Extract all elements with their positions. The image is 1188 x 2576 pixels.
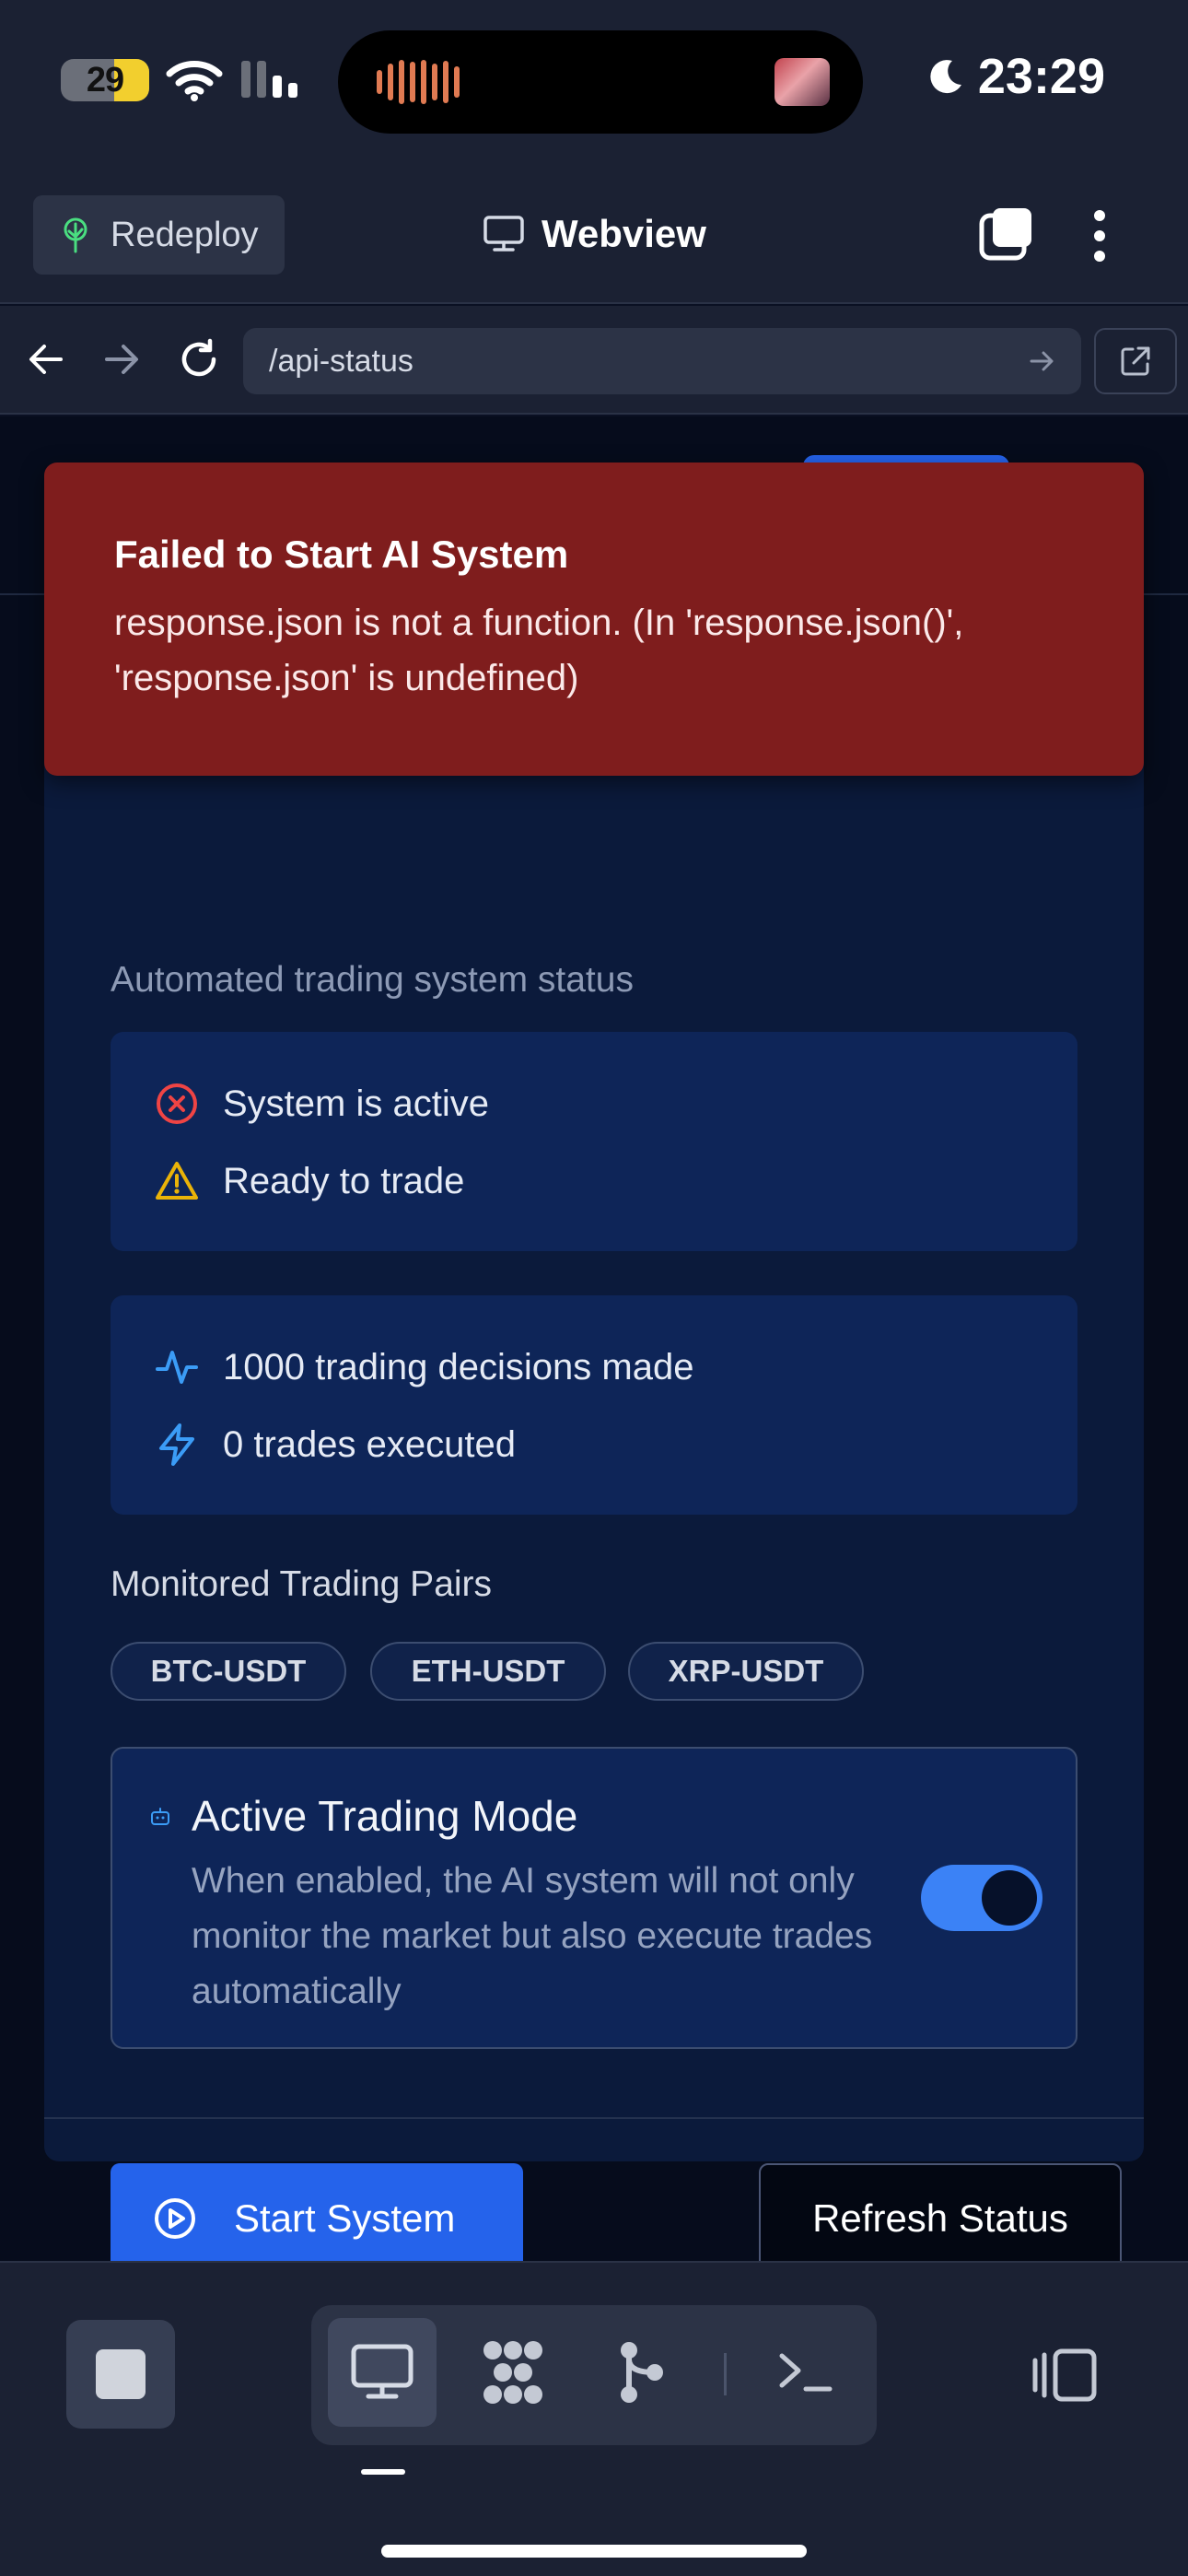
card-footer-divider [44,2117,1144,2119]
pairs-title: Monitored Trading Pairs [111,1564,493,1604]
fork-icon [618,2339,666,2406]
header-title-text: Webview [542,212,706,255]
monitor-icon [483,215,525,253]
status-bar: 29 23:29 [0,0,1188,175]
trades-text: 0 trades executed [223,1423,516,1465]
play-circle-icon [153,2196,197,2241]
battery-level: 29 [86,60,124,100]
system-status-box: System is active Ready to trade [111,1032,1077,1251]
battery-indicator: 29 [61,59,149,101]
mode-title: Active Trading Mode [192,1792,578,1840]
stop-icon [96,2349,146,2399]
reload-icon[interactable] [177,337,221,381]
trading-mode-panel: Active Trading Mode When enabled, the AI… [111,1747,1077,2049]
cellular-signal-icon [241,61,297,98]
layout-icon[interactable] [1031,2348,1098,2403]
dynamic-island [338,30,863,134]
app-header: Redeploy Webview [0,175,1188,304]
view-switcher [311,2305,877,2445]
card-subtitle: Automated trading system status [111,960,634,1000]
git-tab[interactable] [588,2318,696,2427]
toast-message: response.json is not a function. (In 're… [114,603,964,698]
ready-to-trade-text: Ready to trade [223,1160,465,1201]
redeploy-label: Redeploy [111,215,259,254]
pair-chip-btc: BTC-USDT [111,1642,346,1701]
system-active-text: System is active [223,1083,489,1124]
switcher-separator [724,2353,727,2395]
clock: 23:29 [926,48,1105,105]
start-system-label: Start System [234,2196,456,2240]
warning-triangle-icon [155,1159,199,1203]
moon-icon [926,57,965,96]
home-indicator[interactable] [381,2545,807,2558]
ready-to-trade-row: Ready to trade [155,1159,464,1203]
pair-chip-eth: ETH-USDT [370,1642,606,1701]
toast-title: Failed to Start AI System [114,533,569,576]
url-input[interactable]: /api-status [243,328,1081,394]
url-text: /api-status [269,343,413,379]
bottom-toolbar [0,2261,1188,2576]
monitor-icon [350,2343,414,2402]
audio-waveform-icon [377,60,460,104]
go-arrow-icon[interactable] [1028,346,1057,376]
redeploy-button[interactable]: Redeploy [33,195,285,275]
activity-icon [155,1345,199,1389]
time-text: 23:29 [977,49,1105,104]
zap-icon [155,1423,199,1467]
robot-icon [149,1806,171,1828]
decisions-row: 1000 trading decisions made [155,1345,693,1389]
active-tab-indicator [361,2469,405,2475]
system-active-row: System is active [155,1082,489,1126]
pair-chip-xrp: XRP-USDT [628,1642,864,1701]
mode-description: When enabled, the AI system will not onl… [192,1861,873,2011]
ai-status-card: Automated trading system status System i… [44,595,1144,2274]
packages-tab[interactable] [459,2318,567,2427]
media-thumbnail [775,58,830,106]
arrow-left-icon[interactable] [26,339,66,380]
error-toast: Failed to Start AI System response.json … [44,463,1144,776]
trades-row: 0 trades executed [155,1423,516,1467]
terminal-icon [776,2347,835,2398]
refresh-status-label: Refresh Status [812,2196,1068,2240]
arrow-right-icon[interactable] [101,339,142,380]
tree-icon [61,217,90,253]
external-link-icon[interactable] [1094,328,1177,394]
more-vertical-icon[interactable] [1092,208,1107,263]
header-title: Webview [483,212,706,256]
decisions-text: 1000 trading decisions made [223,1346,694,1388]
active-trading-toggle[interactable] [921,1865,1042,1931]
webview-tab[interactable] [328,2318,437,2427]
x-circle-icon [155,1082,199,1126]
stop-button[interactable] [66,2320,175,2429]
terminal-tab[interactable] [751,2318,860,2427]
wifi-icon [166,61,223,101]
trading-stats-box: 1000 trading decisions made 0 trades exe… [111,1295,1077,1515]
packages-icon [476,2339,550,2406]
start-system-button[interactable]: Start System [111,2163,523,2274]
toggle-knob [982,1870,1037,1926]
tabs-icon[interactable] [978,205,1037,263]
refresh-status-button[interactable]: Refresh Status [759,2163,1122,2274]
url-bar: /api-status [0,306,1188,415]
